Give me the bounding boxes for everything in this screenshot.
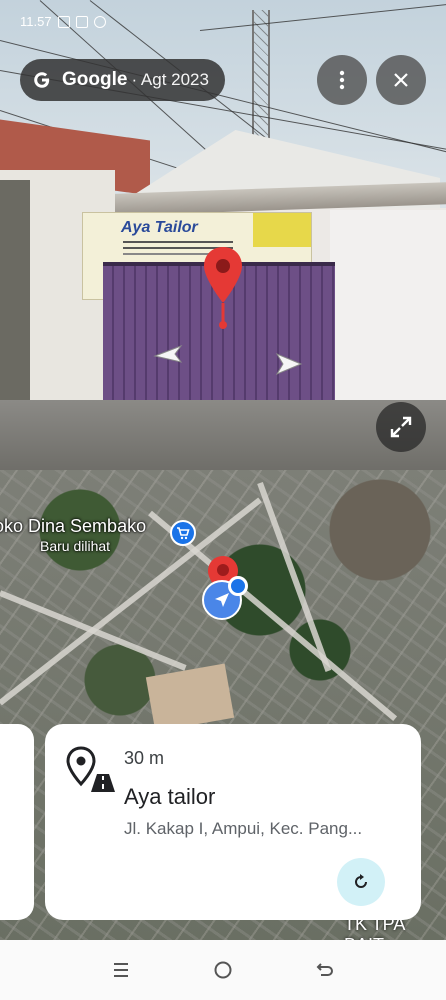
google-brand: Google <box>62 69 128 90</box>
capture-date: · Agt 2023 <box>131 70 209 89</box>
map-place-sublabel: Baru dilihat <box>40 538 111 554</box>
close-button[interactable] <box>376 55 426 105</box>
transmission-tower <box>252 10 270 140</box>
place-road-icon <box>66 746 115 792</box>
shopping-cart-icon[interactable] <box>170 520 196 546</box>
recent-apps-button[interactable] <box>101 950 141 990</box>
status-time: 11.57 <box>20 14 52 29</box>
arrow-right-icon[interactable] <box>273 352 303 376</box>
expand-icon <box>390 416 412 438</box>
place-address: Jl. Kakap I, Ampui, Kec. Pang... <box>124 819 363 838</box>
shop-sign-text: Aya Tailor <box>121 219 198 236</box>
home-icon <box>214 961 232 979</box>
cart-glyph <box>177 527 190 540</box>
place-card[interactable]: 30 m Aya tailor Jl. Kakap I, Ampui, Kec.… <box>45 724 421 920</box>
map-place-label[interactable]: oko Dina Sembako <box>0 516 146 537</box>
notification-icon <box>75 15 88 28</box>
my-location-dot <box>228 576 248 596</box>
recent-apps-icon <box>114 963 128 977</box>
back-icon <box>316 963 333 976</box>
notification-icon <box>57 15 70 28</box>
back-button[interactable] <box>305 950 345 990</box>
banner-yellow-strip <box>253 213 311 247</box>
rotate-view-button[interactable] <box>337 858 385 906</box>
expand-button[interactable] <box>376 402 426 452</box>
refresh-icon <box>355 874 367 888</box>
home-button[interactable] <box>203 950 243 990</box>
system-navigation-bar <box>0 940 446 1000</box>
more-vert-icon <box>339 70 345 90</box>
close-icon <box>394 73 408 87</box>
imagery-attribution[interactable]: Google · Agt 2023 <box>20 59 225 101</box>
place-distance: 30 m <box>124 748 165 768</box>
google-g-icon <box>34 72 50 88</box>
more-options-button[interactable] <box>317 55 367 105</box>
previous-place-card[interactable] <box>0 724 34 920</box>
street-view-panorama[interactable]: Aya Tailor 11.57 Google · Agt 2023 <box>0 0 446 470</box>
location-pin-icon[interactable] <box>202 245 244 335</box>
status-bar: 11.57 <box>20 14 106 29</box>
message-icon <box>93 15 106 28</box>
arrow-left-icon[interactable] <box>153 342 183 366</box>
banner-small-text <box>123 241 233 243</box>
navigation-arrow-icon <box>215 593 229 607</box>
place-name: Aya tailor <box>124 784 216 809</box>
